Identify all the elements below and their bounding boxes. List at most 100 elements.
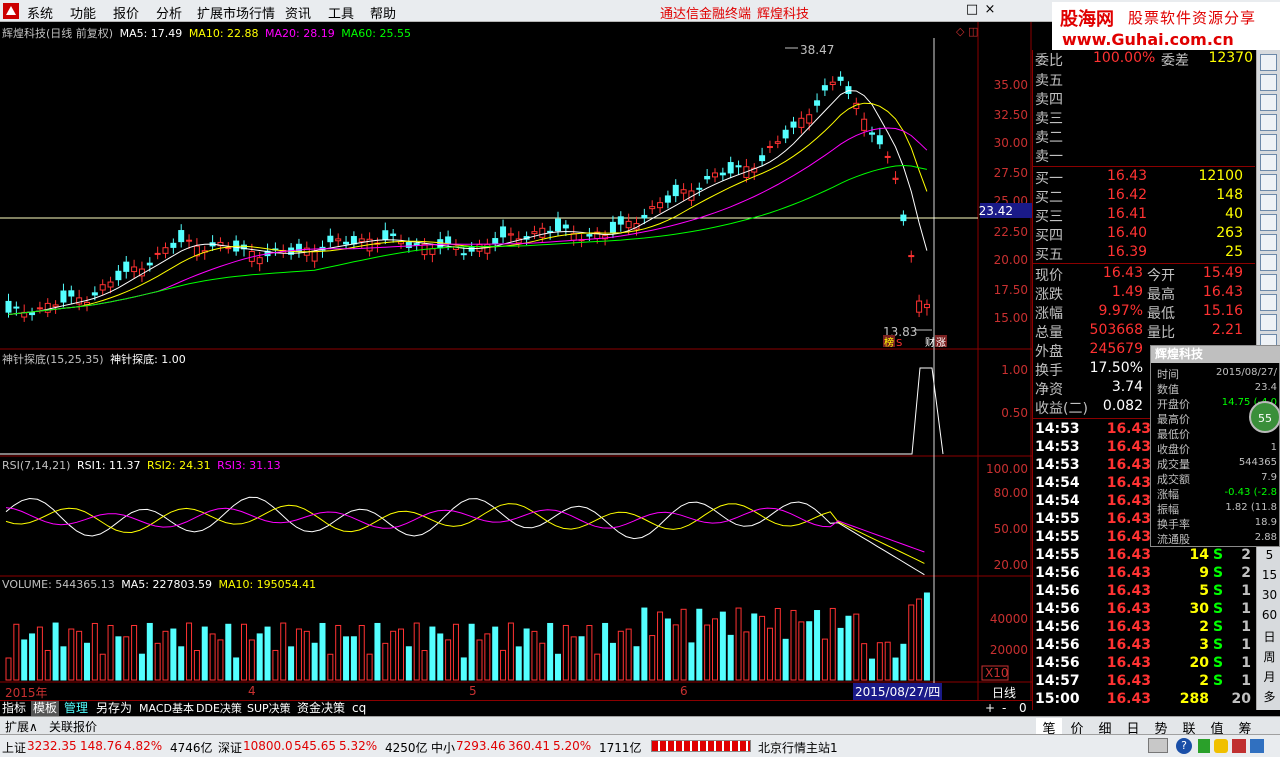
tick-row[interactable]: 14:56 16.43 20 S 1 — [1033, 655, 1255, 674]
bid-row[interactable]: 买二 16.42 148 — [1033, 187, 1255, 206]
tick-row[interactable]: 14:56 16.43 3 S 1 — [1033, 637, 1255, 656]
tick-price: 16.43 — [1106, 601, 1151, 617]
toolbar-icon[interactable] — [1260, 74, 1277, 91]
toolbar-icon[interactable] — [1260, 274, 1277, 291]
toolbar-icon[interactable] — [1260, 94, 1277, 111]
zoom-reset-button[interactable]: 0 — [1017, 701, 1029, 716]
settings-icon[interactable] — [1250, 739, 1264, 753]
tick-row[interactable]: 14:55 16.43 14 S 2 — [1033, 547, 1255, 566]
tick-volume: 2 — [1199, 673, 1209, 689]
period-button[interactable]: 周 — [1261, 648, 1278, 665]
candle-body — [562, 224, 569, 229]
ask-row[interactable]: 卖二 — [1033, 127, 1255, 146]
tab-sup[interactable]: SUP决策 — [245, 701, 293, 716]
tab-macd[interactable]: MACD基本 — [137, 701, 196, 716]
stat-row[interactable]: 涨幅 9.97% 最低 15.16 — [1033, 303, 1255, 322]
related-quote-button[interactable]: 关联报价 — [46, 718, 100, 735]
menu-help[interactable]: 帮助 — [370, 3, 396, 22]
tick-count: 2 — [1241, 547, 1251, 563]
menu-extended-market[interactable]: 扩展市场行情 — [197, 3, 275, 22]
tab-cq[interactable]: cq — [350, 701, 368, 716]
period-button[interactable]: 15 — [1261, 568, 1278, 582]
menu-analysis[interactable]: 分析 — [156, 3, 182, 22]
toolbar-icon[interactable] — [1260, 294, 1277, 311]
tab-save-as[interactable]: 另存为 — [94, 701, 134, 716]
period-label[interactable]: 日线 — [992, 684, 1016, 701]
tab-fund[interactable]: 资金决策 — [295, 701, 347, 716]
toolbar-icon[interactable] — [1260, 254, 1277, 271]
zoom-out-button[interactable]: - — [1000, 701, 1008, 716]
toolbar-icon[interactable] — [1260, 214, 1277, 231]
stat-row[interactable]: 总量 503668 量比 2.21 — [1033, 322, 1255, 341]
toolbar-icon[interactable] — [1260, 134, 1277, 151]
tab-manage[interactable]: 管理 — [62, 701, 90, 716]
period-button[interactable]: 60 — [1261, 608, 1278, 622]
period-button[interactable]: 日 — [1261, 628, 1278, 645]
tick-row[interactable]: 14:56 16.43 5 S 1 — [1033, 583, 1255, 602]
stat-row[interactable]: 现价 16.43 今开 15.49 — [1033, 265, 1255, 284]
help-icon[interactable]: ? — [1176, 738, 1192, 754]
candle-body — [5, 300, 12, 313]
ask-row[interactable]: 卖三 — [1033, 108, 1255, 127]
zoom-in-button[interactable]: + — [983, 701, 997, 716]
rsi-tick: 20.00 — [994, 558, 1028, 572]
volume-bar — [170, 628, 177, 681]
alert-icon[interactable] — [1232, 739, 1246, 753]
ask-row[interactable]: 卖一 — [1033, 146, 1255, 165]
toolbar-icon[interactable] — [1260, 194, 1277, 211]
popup-title[interactable]: 辉煌科技 — [1151, 346, 1280, 363]
ask-row[interactable]: 卖五 — [1033, 70, 1255, 89]
menu-system[interactable]: 系统 — [27, 3, 53, 22]
tab-dde[interactable]: DDE决策 — [194, 701, 244, 716]
candle-body — [884, 155, 891, 158]
ask-row[interactable]: 卖四 — [1033, 89, 1255, 108]
bid-label: 买四 — [1035, 228, 1063, 244]
tick-row[interactable]: 15:00 16.43 288 20 — [1033, 691, 1255, 710]
popup-label: 成交量 — [1157, 458, 1190, 471]
menu-tools[interactable]: 工具 — [328, 3, 354, 22]
period-button[interactable]: 30 — [1261, 588, 1278, 602]
lock-icon[interactable] — [1214, 739, 1228, 753]
maximize-button[interactable]: □ — [964, 2, 980, 17]
period-button[interactable]: 多 — [1261, 688, 1278, 705]
order-ratio-row[interactable]: 委比 100.00% 委差 12370 — [1033, 50, 1255, 69]
volume-bar — [790, 609, 797, 681]
bid-row[interactable]: 买三 16.41 40 — [1033, 206, 1255, 225]
menu-news[interactable]: 资讯 — [285, 3, 311, 22]
bid-row[interactable]: 买四 16.40 263 — [1033, 225, 1255, 244]
vol-ma5-legend: MA5: 227803.59 — [121, 578, 212, 591]
volume-bar — [225, 623, 232, 681]
expand-button[interactable]: 扩展∧ — [2, 718, 41, 735]
period-button[interactable]: 月 — [1261, 668, 1278, 685]
period-selector[interactable]: 日线 — [990, 683, 1032, 701]
rsi2-legend: RSI2: 24.31 — [147, 459, 211, 472]
menu-quote[interactable]: 报价 — [113, 3, 139, 22]
data-window-popup[interactable]: 辉煌科技 时间 2015/08/27/数值 23.4 开盘价 14.75 (-4.0 最高… — [1150, 345, 1280, 547]
tick-row[interactable]: 14:56 16.43 9 S 2 — [1033, 565, 1255, 584]
close-button[interactable]: × — [982, 2, 998, 17]
tab-template[interactable]: 模板 — [31, 701, 60, 716]
bid-row[interactable]: 买五 16.39 25 — [1033, 244, 1255, 263]
tick-row[interactable]: 14:56 16.43 2 S 1 — [1033, 619, 1255, 638]
menu-function[interactable]: 功能 — [70, 3, 96, 22]
candle-body — [123, 261, 130, 272]
toolbar-icon[interactable] — [1260, 314, 1277, 331]
ask-label: 卖五 — [1035, 73, 1063, 89]
toolbar-icon[interactable] — [1260, 54, 1277, 71]
keyboard-icon[interactable] — [1148, 738, 1168, 753]
tick-price: 16.43 — [1106, 655, 1151, 671]
period-button[interactable]: 5 — [1261, 548, 1278, 562]
volume-bar — [759, 615, 766, 681]
chart-window-controls[interactable]: ◇ ◫ — [956, 25, 978, 38]
bid-row[interactable]: 买一 16.43 12100 — [1033, 168, 1255, 187]
tab-indicator[interactable]: 指标 — [0, 701, 28, 716]
tick-row[interactable]: 14:57 16.43 2 S 1 — [1033, 673, 1255, 692]
stat-row[interactable]: 涨跌 1.49 最高 16.43 — [1033, 284, 1255, 303]
toolbar-icon[interactable] — [1260, 154, 1277, 171]
tick-row[interactable]: 14:56 16.43 30 S 1 — [1033, 601, 1255, 620]
toolbar-icon[interactable] — [1260, 234, 1277, 251]
volume-bar — [327, 653, 334, 681]
toolbar-icon[interactable] — [1260, 114, 1277, 131]
cursor-date: 2015/08/27/四 — [853, 683, 943, 700]
toolbar-icon[interactable] — [1260, 174, 1277, 191]
